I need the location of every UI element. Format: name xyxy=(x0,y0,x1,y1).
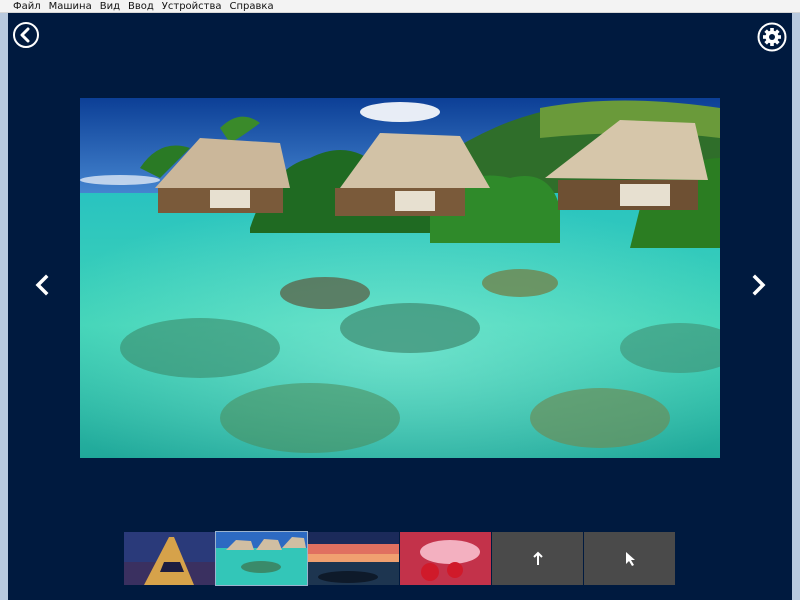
thumbnail-strip xyxy=(124,531,675,586)
chevron-left-icon xyxy=(35,274,49,296)
thumbnail-eiffel-tower[interactable] xyxy=(124,532,215,585)
menu-input[interactable]: Ввод xyxy=(125,0,159,13)
tropical-lagoon-photo xyxy=(80,98,720,458)
menu-devices[interactable]: Устройства xyxy=(159,0,227,13)
back-arrow-icon xyxy=(20,27,30,43)
tropical-lagoon-thumb-photo xyxy=(216,532,307,585)
menu-bar: Файл Машина Вид Ввод Устройства Справка xyxy=(0,0,800,13)
sunset-rocky-coast-photo xyxy=(308,532,399,585)
settings-button[interactable] xyxy=(757,22,787,52)
up-arrow-icon xyxy=(532,551,543,565)
thumbnail-tropical-lagoon[interactable] xyxy=(215,531,308,586)
strawberries-splash-photo xyxy=(400,532,491,585)
photo-viewer-app xyxy=(8,13,792,600)
window-frame-right xyxy=(792,13,800,600)
chevron-right-icon xyxy=(752,274,766,296)
next-image-button[interactable] xyxy=(747,274,769,296)
eiffel-tower-night-photo xyxy=(124,532,215,585)
window-frame-left xyxy=(0,13,8,600)
menu-file[interactable]: Файл xyxy=(10,0,46,13)
back-button[interactable] xyxy=(13,22,39,48)
gear-icon xyxy=(757,22,787,52)
main-image xyxy=(80,98,720,458)
pointer-icon xyxy=(625,551,635,566)
thumbnail-strawberries[interactable] xyxy=(400,532,491,585)
menu-machine[interactable]: Машина xyxy=(46,0,97,13)
thumbnail-sunset-coast[interactable] xyxy=(308,532,399,585)
menu-help[interactable]: Справка xyxy=(227,0,279,13)
previous-image-button[interactable] xyxy=(32,274,54,296)
pointer-button[interactable] xyxy=(584,532,675,585)
menu-view[interactable]: Вид xyxy=(97,0,125,13)
scroll-up-button[interactable] xyxy=(492,532,583,585)
